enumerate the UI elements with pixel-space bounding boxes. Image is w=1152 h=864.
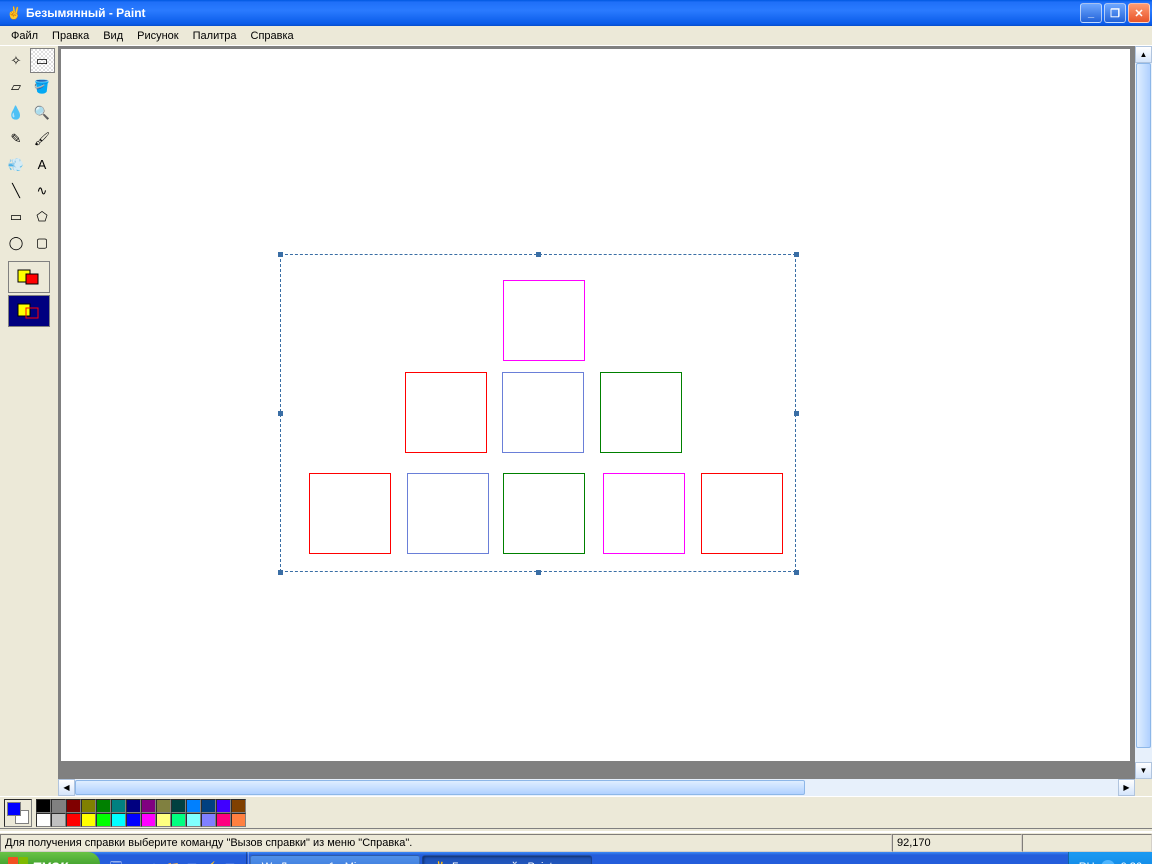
- scroll-right-icon[interactable]: ▶: [1118, 779, 1135, 796]
- color-swatch[interactable]: [216, 813, 231, 827]
- taskbar: пуск 🗔e◉📁▣⚡▦ WДокумент1 - Microso...✌Без…: [0, 852, 1152, 864]
- task-word[interactable]: WДокумент1 - Microso...: [250, 855, 420, 864]
- winamp-icon[interactable]: ⚡: [203, 859, 219, 864]
- media-icon[interactable]: ◉: [146, 859, 162, 864]
- titlebar: ✌ Безымянный - Paint _ ❐ ✕: [0, 0, 1152, 26]
- selection-handle[interactable]: [794, 411, 799, 416]
- maximize-button[interactable]: ❐: [1104, 3, 1126, 23]
- fill-icon[interactable]: 🪣: [30, 74, 55, 99]
- color-palette: [0, 796, 1152, 828]
- status-help: Для получения справки выберите команду "…: [0, 834, 892, 852]
- color-swatch[interactable]: [96, 799, 111, 813]
- rounded-rect-icon[interactable]: ▢: [30, 230, 55, 255]
- color-swatch[interactable]: [201, 813, 216, 827]
- transparency-transparent[interactable]: [8, 295, 50, 327]
- pencil-icon[interactable]: ✎: [4, 126, 29, 151]
- menu-палитра[interactable]: Палитра: [186, 28, 244, 44]
- horizontal-scrollbar[interactable]: ◀ ▶: [58, 779, 1152, 796]
- text-icon[interactable]: A: [30, 152, 55, 177]
- eraser-icon[interactable]: ▱: [4, 74, 29, 99]
- color-swatch[interactable]: [36, 799, 51, 813]
- selection-handle[interactable]: [278, 411, 283, 416]
- color-swatch[interactable]: [126, 799, 141, 813]
- color-swatch[interactable]: [111, 813, 126, 827]
- task-paint-icon: ✌: [431, 859, 447, 864]
- ellipse-icon[interactable]: ◯: [4, 230, 29, 255]
- minimize-button[interactable]: _: [1080, 3, 1102, 23]
- task-paint[interactable]: ✌Безымянный - Paint: [422, 855, 592, 864]
- menu-правка[interactable]: Правка: [45, 28, 96, 44]
- menu-файл[interactable]: Файл: [4, 28, 45, 44]
- color-swatch[interactable]: [231, 813, 246, 827]
- color-swatch[interactable]: [96, 813, 111, 827]
- selection-handle[interactable]: [794, 570, 799, 575]
- app-icon: ✌: [6, 5, 22, 21]
- app-icon[interactable]: ▣: [184, 859, 200, 864]
- toolbox: ✧▭▱🪣💧🔍✎🖌💨A╲∿▭⬠◯▢: [0, 46, 58, 779]
- line-icon[interactable]: ╲: [4, 178, 29, 203]
- window-title: Безымянный - Paint: [26, 6, 1080, 20]
- color-swatch[interactable]: [141, 813, 156, 827]
- curve-icon[interactable]: ∿: [30, 178, 55, 203]
- vertical-scrollbar[interactable]: ▲ ▼: [1135, 46, 1152, 779]
- system-tray[interactable]: RU ‹ 0:36: [1068, 852, 1152, 864]
- show-desktop-icon[interactable]: 🗔: [108, 859, 124, 864]
- rectangle-select-icon[interactable]: ▭: [30, 48, 55, 73]
- selection-handle[interactable]: [278, 570, 283, 575]
- explorer-icon[interactable]: 📁: [165, 859, 181, 864]
- color-swatch[interactable]: [111, 799, 126, 813]
- selection-handle[interactable]: [794, 252, 799, 257]
- polygon-icon[interactable]: ⬠: [30, 204, 55, 229]
- color-swatch[interactable]: [186, 799, 201, 813]
- color-swatch[interactable]: [81, 813, 96, 827]
- color-swatch[interactable]: [171, 813, 186, 827]
- tray-icon[interactable]: ‹: [1101, 860, 1115, 864]
- scroll-left-icon[interactable]: ◀: [58, 779, 75, 796]
- status-size: [1022, 834, 1152, 852]
- color-swatch[interactable]: [141, 799, 156, 813]
- freeform-select-icon[interactable]: ✧: [4, 48, 29, 73]
- scroll-up-icon[interactable]: ▲: [1135, 46, 1152, 63]
- menu-рисунок[interactable]: Рисунок: [130, 28, 186, 44]
- brush-icon[interactable]: 🖌: [30, 126, 55, 151]
- color-swatch[interactable]: [81, 799, 96, 813]
- scroll-down-icon[interactable]: ▼: [1135, 762, 1152, 779]
- color-swatch[interactable]: [171, 799, 186, 813]
- transparency-opaque[interactable]: [8, 261, 50, 293]
- selection-handle[interactable]: [278, 252, 283, 257]
- selection-handle[interactable]: [536, 570, 541, 575]
- menu-справка[interactable]: Справка: [244, 28, 301, 44]
- selection-handle[interactable]: [536, 252, 541, 257]
- color-swatch[interactable]: [201, 799, 216, 813]
- start-label: пуск: [32, 858, 68, 864]
- color-swatch[interactable]: [51, 799, 66, 813]
- color-swatch[interactable]: [36, 813, 51, 827]
- color-swatch[interactable]: [51, 813, 66, 827]
- magnifier-icon[interactable]: 🔍: [30, 100, 55, 125]
- app2-icon[interactable]: ▦: [222, 859, 238, 864]
- color-swatch[interactable]: [66, 813, 81, 827]
- statusbar: Для получения справки выберите команду "…: [0, 832, 1152, 852]
- menu-вид[interactable]: Вид: [96, 28, 130, 44]
- color-swatch[interactable]: [231, 799, 246, 813]
- color-swatch[interactable]: [216, 799, 231, 813]
- menubar: ФайлПравкаВидРисунокПалитраСправка: [0, 26, 1152, 46]
- color-swatch[interactable]: [126, 813, 141, 827]
- selection-marquee[interactable]: [280, 254, 796, 572]
- airbrush-icon[interactable]: 💨: [4, 152, 29, 177]
- start-button[interactable]: пуск: [0, 852, 100, 864]
- color-swatch[interactable]: [66, 799, 81, 813]
- color-swatch[interactable]: [156, 799, 171, 813]
- picker-icon[interactable]: 💧: [4, 100, 29, 125]
- canvas-area[interactable]: [58, 46, 1135, 779]
- ie-icon[interactable]: e: [127, 859, 143, 864]
- task-word-icon: W: [259, 859, 275, 864]
- color-swatch[interactable]: [156, 813, 171, 827]
- rectangle-icon[interactable]: ▭: [4, 204, 29, 229]
- close-button[interactable]: ✕: [1128, 3, 1150, 23]
- current-colors[interactable]: [4, 799, 32, 827]
- status-coords: 92,170: [892, 834, 1022, 852]
- color-swatch[interactable]: [186, 813, 201, 827]
- canvas[interactable]: [61, 49, 1130, 761]
